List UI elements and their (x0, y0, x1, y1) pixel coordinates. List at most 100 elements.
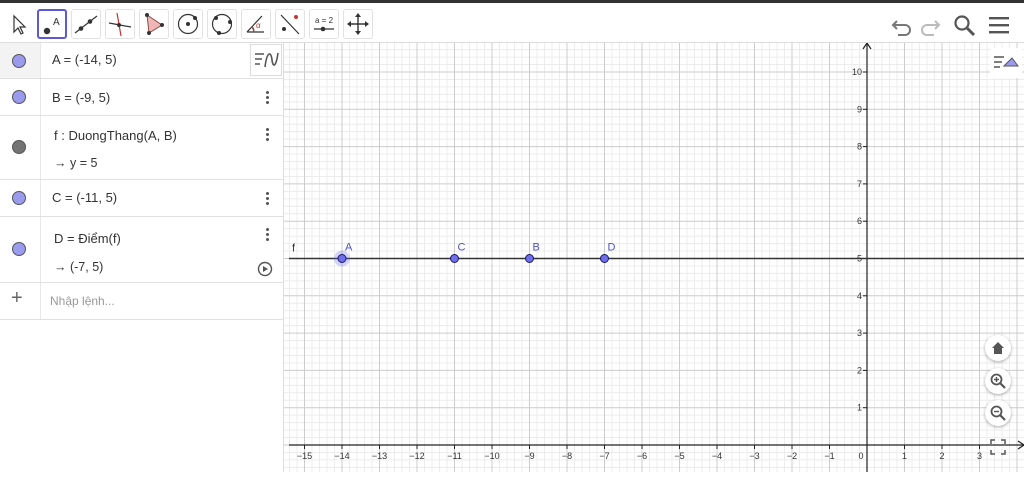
cursor-arrow-icon (13, 14, 27, 35)
x-tick-label: −2 (787, 451, 797, 461)
algebra-row-text[interactable]: D = Điểm(f) (54, 231, 121, 246)
perpendicular-icon (108, 12, 132, 37)
visibility-marble[interactable] (12, 242, 26, 256)
tick-labels: −15 −14 −13 −12 −11 −10 −9 −8 −7 −6 −5 −4 −3 −2 −1 0 1 2 3… (297, 67, 982, 461)
search-button[interactable] (952, 13, 978, 39)
point-b-label: B (533, 242, 540, 254)
algebra-row-text[interactable]: C = (-11, 5) (52, 190, 117, 205)
y-tick-label: 7 (857, 179, 862, 189)
point-tool-label: A (53, 17, 60, 28)
point-d-label: D (608, 242, 616, 254)
circle-three-points-icon (211, 13, 233, 35)
algebra-row-b[interactable]: B = (-9, 5) (0, 79, 284, 116)
algebra-row-a[interactable]: A = (-14, 5) (0, 43, 284, 79)
undo-button[interactable] (889, 13, 915, 39)
line-tool[interactable] (71, 9, 101, 39)
x-tick-label: −4 (712, 451, 722, 461)
algebra-row-output: → y = 5 (54, 156, 98, 170)
x-tick-label: −3 (749, 451, 759, 461)
home-icon (992, 342, 1004, 354)
move-arrows-icon (347, 13, 369, 35)
menu-icon (989, 17, 1009, 34)
visibility-marble[interactable] (12, 140, 26, 154)
algebra-input[interactable]: Nhập lệnh... (50, 294, 115, 308)
visibility-marble[interactable] (12, 90, 26, 104)
sort-icon (255, 52, 279, 68)
point-a-label: A (345, 242, 353, 254)
point-tool[interactable]: A (37, 9, 67, 39)
move-tool[interactable] (4, 9, 34, 39)
play-icon[interactable] (257, 261, 273, 277)
x-tick-label: −12 (409, 451, 424, 461)
x-tick-label: −11 (447, 451, 462, 461)
y-tick-label: 3 (857, 328, 862, 338)
zoom-out-icon (990, 405, 1006, 421)
triangle-icon (145, 13, 164, 35)
x-tick-label: −13 (372, 451, 387, 461)
point-c (450, 254, 459, 263)
y-tick-label: 8 (857, 142, 862, 152)
point-b (525, 254, 534, 263)
algebra-row-d[interactable]: D = Điểm(f) → (-7, 5) (0, 217, 284, 283)
more-options-icon[interactable] (266, 228, 270, 243)
more-options-icon[interactable] (266, 192, 270, 207)
slider-tool[interactable]: a = 2 (309, 9, 339, 39)
algebra-row-text[interactable]: B = (-9, 5) (52, 90, 110, 105)
angle-tool[interactable]: α (241, 9, 271, 39)
graphics-style-icon (994, 56, 1019, 68)
algebra-row-text[interactable]: A = (-14, 5) (52, 52, 117, 67)
visibility-marble[interactable] (12, 54, 26, 68)
y-tick-label: 2 (857, 365, 862, 375)
slider-icon: a = 2 (314, 16, 334, 32)
redo-button[interactable] (917, 13, 943, 39)
perpendicular-line-tool[interactable] (105, 9, 135, 39)
marble-cell (0, 217, 41, 282)
zoom-in-button[interactable] (985, 368, 1011, 394)
fullscreen-button[interactable] (988, 437, 1008, 457)
add-icon[interactable]: + (11, 287, 23, 310)
zoom-in-icon (990, 373, 1006, 389)
x-tick-label: −10 (484, 451, 499, 461)
x-tick-label: −1 (824, 451, 834, 461)
graphics-style-button[interactable] (990, 48, 1022, 78)
move-graphics-view-tool[interactable] (343, 9, 373, 39)
y-tick-label: 6 (857, 216, 862, 226)
point-d (600, 254, 609, 263)
marble-cell (0, 180, 41, 216)
algebra-row-f[interactable]: f : DuongThang(A, B) → y = 5 (0, 116, 284, 180)
fullscreen-icon (990, 439, 1006, 455)
algebra-row-text[interactable]: f : DuongThang(A, B) (54, 128, 177, 143)
line-icon (74, 15, 98, 34)
y-tick-label: 9 (857, 104, 862, 114)
search-icon (954, 15, 976, 37)
visibility-marble[interactable] (12, 191, 26, 205)
reflect-tool[interactable] (275, 9, 305, 39)
more-options-icon[interactable] (266, 91, 270, 106)
x-tick-label: −6 (637, 451, 647, 461)
marble-cell (0, 79, 41, 115)
circle-three-points-tool[interactable] (207, 9, 237, 39)
algebra-input-row[interactable] (0, 283, 284, 320)
algebra-row-c[interactable]: C = (-11, 5) (0, 180, 284, 217)
home-button[interactable] (985, 335, 1011, 361)
angle-label: α (256, 21, 261, 30)
y-tick-label: 1 (857, 403, 862, 413)
algebra-sort-button[interactable] (250, 44, 282, 76)
marble-cell (0, 43, 41, 78)
algebra-view: A = (-14, 5) B = (-9, 5) f : DuongThang(… (0, 43, 284, 472)
circle-center-icon (177, 13, 199, 35)
polygon-tool[interactable] (139, 9, 169, 39)
undo-icon (891, 20, 911, 36)
x-tick-label: −7 (599, 451, 609, 461)
marble-cell (0, 116, 41, 179)
angle-icon: α (246, 15, 264, 33)
zoom-out-button[interactable] (985, 400, 1011, 426)
circle-tool[interactable] (173, 9, 203, 39)
point-c-label: C (458, 242, 466, 254)
graphics-canvas[interactable]: −15 −14 −13 −12 −11 −10 −9 −8 −7 −6 −5 −4 −3 −2 −1 0 1 2 3… (284, 41, 1024, 472)
y-tick-label: 4 (857, 291, 862, 301)
more-options-icon[interactable] (266, 128, 270, 143)
x-tick-label: 3 (977, 451, 982, 461)
main-menu-button[interactable] (987, 13, 1013, 39)
graphics-view[interactable]: −15 −14 −13 −12 −11 −10 −9 −8 −7 −6 −5 −4 −3 −2 −1 0 1 2 3… (284, 41, 1024, 472)
